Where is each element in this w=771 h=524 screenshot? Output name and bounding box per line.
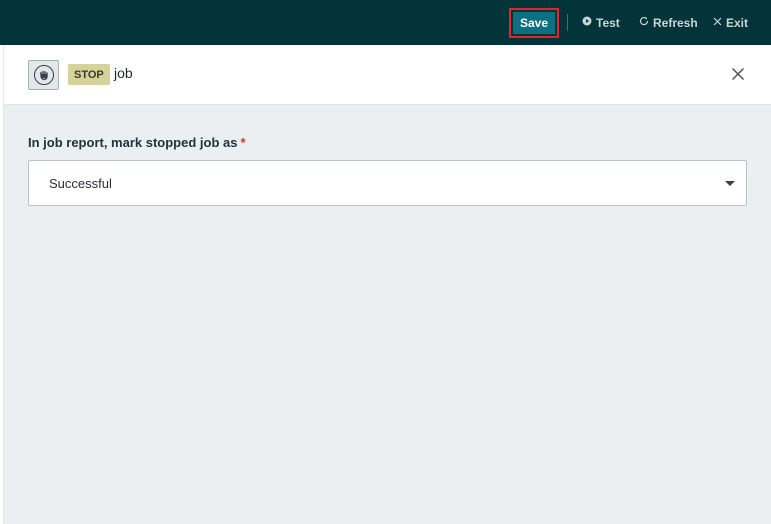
refresh-button[interactable]: Refresh — [639, 14, 698, 31]
step-config-panel: In job report, mark stopped job as * Succ… — [4, 105, 771, 524]
exit-button[interactable]: Exit — [713, 14, 748, 31]
refresh-label: Refresh — [653, 15, 698, 30]
exit-label: Exit — [726, 15, 749, 30]
refresh-icon — [639, 16, 649, 29]
field-label: In job report, mark stopped job as * — [28, 135, 246, 150]
close-icon — [713, 17, 722, 29]
close-icon — [731, 67, 745, 81]
step-header: STOP job — [4, 45, 771, 105]
test-button[interactable]: Test — [582, 14, 620, 31]
stop-hand-icon — [28, 60, 59, 90]
top-toolbar: Save Test Refresh Exit — [0, 0, 771, 45]
step-type-badge: STOP — [68, 64, 110, 85]
save-button-label: Save — [513, 12, 555, 34]
chevron-down-icon — [725, 181, 735, 186]
test-label: Test — [596, 15, 620, 30]
step-name: job — [114, 65, 133, 81]
field-label-text: In job report, mark stopped job as — [28, 135, 238, 150]
play-circle-icon — [582, 16, 592, 29]
job-status-select[interactable]: Successful — [28, 160, 747, 206]
save-button[interactable]: Save — [509, 8, 559, 38]
selected-value: Successful — [49, 176, 112, 191]
required-marker: * — [240, 135, 246, 150]
toolbar-divider — [567, 14, 568, 31]
close-panel-button[interactable] — [731, 67, 747, 83]
